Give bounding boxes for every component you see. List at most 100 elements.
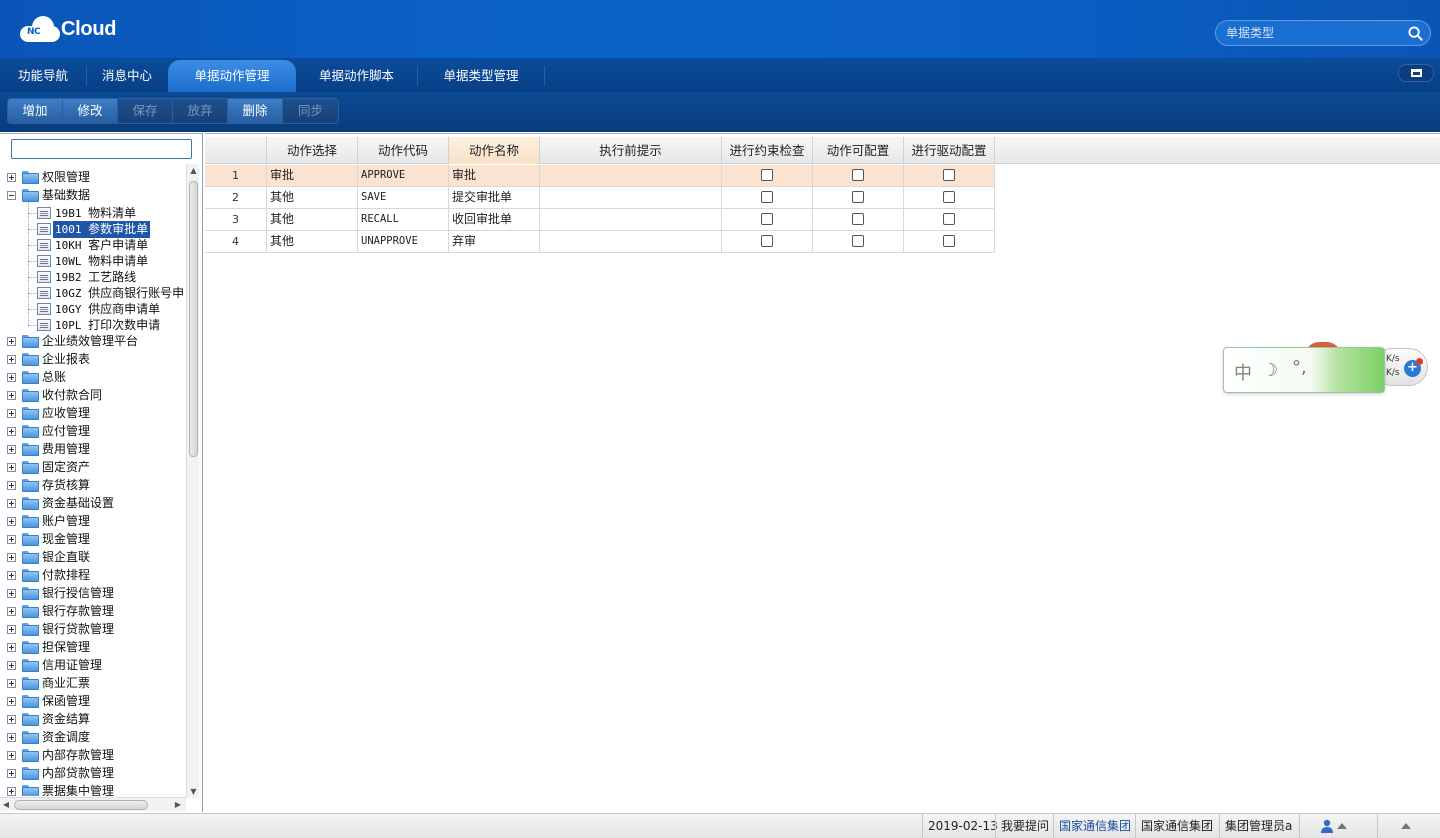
- cell-action-code[interactable]: APPROVE: [358, 165, 449, 187]
- cell-action-name[interactable]: 弃审: [449, 231, 540, 253]
- checkbox[interactable]: [943, 191, 955, 203]
- tree-node[interactable]: 权限管理: [0, 169, 185, 186]
- checkbox[interactable]: [852, 213, 864, 225]
- expand-icon[interactable]: [7, 355, 16, 364]
- tree-node[interactable]: 银行授信管理: [0, 585, 185, 602]
- tree-node[interactable]: 银企直联: [0, 549, 185, 566]
- ime-bar[interactable]: 中 ☽ °,: [1223, 347, 1385, 393]
- tree-node[interactable]: 内部存款管理: [0, 747, 185, 764]
- ime-lang-toggle[interactable]: 中: [1234, 359, 1252, 385]
- expand-icon[interactable]: [7, 769, 16, 778]
- scroll-thumb[interactable]: [189, 181, 198, 457]
- collapse-icon[interactable]: [7, 191, 16, 200]
- expand-icon[interactable]: [7, 499, 16, 508]
- tree-node[interactable]: 应收管理: [0, 405, 185, 422]
- hscroll-thumb[interactable]: [14, 800, 148, 810]
- col-configurable[interactable]: 动作可配置: [813, 137, 904, 164]
- tree-vertical-scrollbar[interactable]: ▲ ▼: [186, 164, 199, 798]
- expand-up-icon[interactable]: [1401, 823, 1411, 829]
- tree-filter-input[interactable]: [11, 139, 192, 159]
- checkbox[interactable]: [852, 169, 864, 181]
- expand-icon[interactable]: [7, 481, 16, 490]
- cell-action-code[interactable]: SAVE: [358, 187, 449, 209]
- row-number[interactable]: 4: [205, 231, 267, 253]
- checkbox[interactable]: [761, 169, 773, 181]
- save-button[interactable]: 保存: [118, 99, 173, 123]
- add-button[interactable]: 增加: [8, 99, 63, 123]
- checkbox[interactable]: [852, 235, 864, 247]
- expand-icon[interactable]: [7, 553, 16, 562]
- tree-node[interactable]: 总账: [0, 369, 185, 386]
- search-icon[interactable]: [1408, 26, 1423, 41]
- ime-punct-toggle[interactable]: °,: [1292, 357, 1307, 378]
- checkbox[interactable]: [943, 235, 955, 247]
- tree-node[interactable]: 现金管理: [0, 531, 185, 548]
- cell-pre-exec-hint[interactable]: [540, 187, 722, 209]
- scroll-right-icon[interactable]: ▶: [172, 798, 184, 811]
- expand-icon[interactable]: [7, 697, 16, 706]
- tree-node[interactable]: 企业绩效管理平台: [0, 333, 185, 350]
- cell-action-code[interactable]: UNAPPROVE: [358, 231, 449, 253]
- cell-action-choice[interactable]: 其他: [267, 187, 358, 209]
- expand-icon[interactable]: [7, 733, 16, 742]
- col-action-code[interactable]: 动作代码: [358, 137, 449, 164]
- tree-node[interactable]: 票据集中管理: [0, 783, 185, 796]
- tree-node[interactable]: 银行贷款管理: [0, 621, 185, 638]
- tree-node[interactable]: 存货核算: [0, 477, 185, 494]
- user-icon[interactable]: [1320, 819, 1334, 833]
- ime-toolbar[interactable]: K/s K/s + 中 ☽ °,: [1223, 342, 1428, 394]
- tree-node[interactable]: 内部贷款管理: [0, 765, 185, 782]
- cell-pre-exec-hint[interactable]: [540, 231, 722, 253]
- expand-icon[interactable]: [7, 409, 16, 418]
- table-row[interactable]: 4 其他 UNAPPROVE 弃审: [205, 231, 995, 253]
- tree-node[interactable]: 企业报表: [0, 351, 185, 368]
- tree-node[interactable]: 收付款合同: [0, 387, 185, 404]
- tree-node[interactable]: 账户管理: [0, 513, 185, 530]
- tree-node[interactable]: 费用管理: [0, 441, 185, 458]
- tab-message-center[interactable]: 消息中心: [86, 60, 168, 92]
- tree-node[interactable]: 资金调度: [0, 729, 185, 746]
- expand-icon[interactable]: [7, 463, 16, 472]
- expand-icon[interactable]: [7, 373, 16, 382]
- table-row[interactable]: 3 其他 RECALL 收回审批单: [205, 209, 995, 231]
- expand-icon[interactable]: [7, 679, 16, 688]
- expand-icon[interactable]: [7, 173, 16, 182]
- tree-node[interactable]: 信用证管理: [0, 657, 185, 674]
- col-pre-exec-hint[interactable]: 执行前提示: [540, 137, 722, 164]
- expand-icon[interactable]: [7, 625, 16, 634]
- ime-halfwidth-icon[interactable]: ☽: [1262, 360, 1278, 381]
- tree-node[interactable]: 资金基础设置: [0, 495, 185, 512]
- ask-question-link[interactable]: 我要提问: [995, 814, 1054, 838]
- tree-node[interactable]: 应付管理: [0, 423, 185, 440]
- row-number[interactable]: 3: [205, 209, 267, 231]
- checkbox[interactable]: [943, 213, 955, 225]
- tab-doc-action-script[interactable]: 单据动作脚本: [296, 60, 417, 92]
- scroll-down-icon[interactable]: ▼: [187, 785, 200, 798]
- expand-icon[interactable]: [7, 445, 16, 454]
- cell-pre-exec-hint[interactable]: [540, 209, 722, 231]
- tab-function-nav[interactable]: 功能导航: [0, 60, 86, 92]
- col-constraint-check[interactable]: 进行约束检查: [722, 137, 813, 164]
- col-driver-config[interactable]: 进行驱动配置: [904, 137, 995, 164]
- maximize-button[interactable]: [1398, 64, 1434, 82]
- cancel-button[interactable]: 放弃: [173, 99, 228, 123]
- edit-button[interactable]: 修改: [63, 99, 118, 123]
- checkbox[interactable]: [761, 235, 773, 247]
- expand-icon[interactable]: [7, 571, 16, 580]
- tab-doc-type-manage[interactable]: 单据类型管理: [418, 60, 544, 92]
- tab-doc-action-manage[interactable]: 单据动作管理: [168, 60, 296, 92]
- tree-node[interactable]: 资金结算: [0, 711, 185, 728]
- expand-icon[interactable]: [7, 715, 16, 724]
- tree-node[interactable]: 付款排程: [0, 567, 185, 584]
- row-number[interactable]: 2: [205, 187, 267, 209]
- table-row[interactable]: 2 其他 SAVE 提交审批单: [205, 187, 995, 209]
- expand-icon[interactable]: [7, 787, 16, 796]
- checkbox[interactable]: [852, 191, 864, 203]
- cell-action-name[interactable]: 收回审批单: [449, 209, 540, 231]
- col-action-choice[interactable]: 动作选择: [267, 137, 358, 164]
- cell-pre-exec-hint[interactable]: [540, 165, 722, 187]
- expand-icon[interactable]: [7, 661, 16, 670]
- checkbox[interactable]: [761, 213, 773, 225]
- cell-action-name[interactable]: 审批: [449, 165, 540, 187]
- tree-node[interactable]: 银行存款管理: [0, 603, 185, 620]
